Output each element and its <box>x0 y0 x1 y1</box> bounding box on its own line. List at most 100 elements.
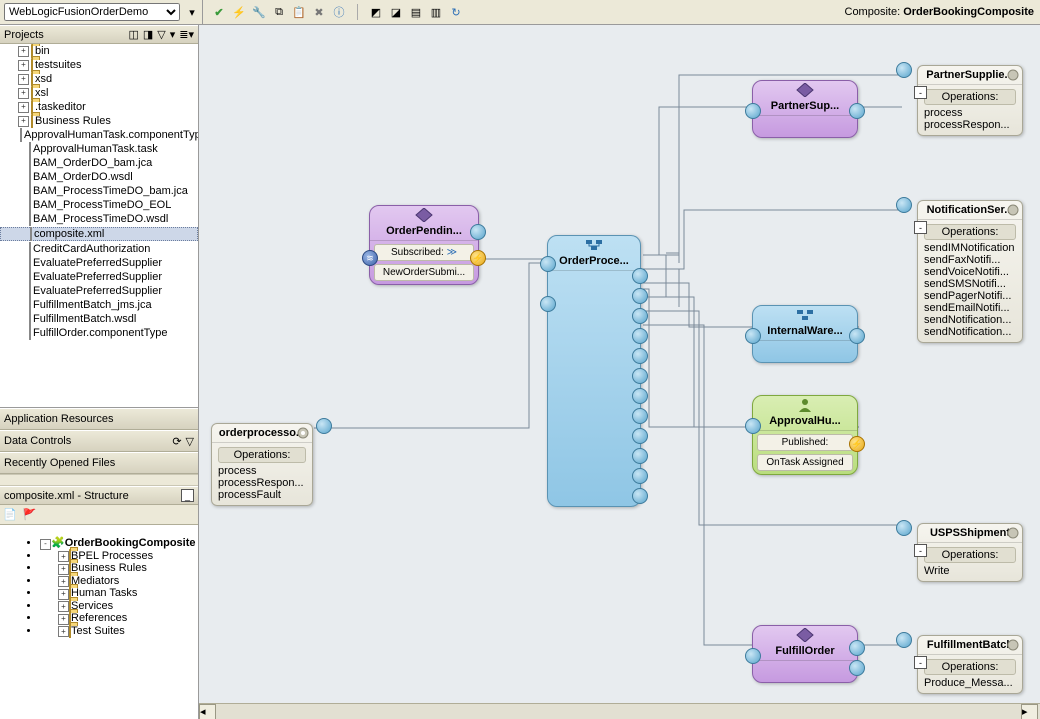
projects-tool3-icon[interactable]: ▾ <box>170 28 176 41</box>
input-port[interactable] <box>896 520 912 536</box>
collapse-icon[interactable]: - <box>914 656 927 669</box>
tree-item[interactable]: +xsd <box>0 73 198 85</box>
output-port[interactable] <box>632 408 648 424</box>
structure-item[interactable]: +Test Suites <box>40 625 198 638</box>
tree-item[interactable]: composite.xml <box>0 227 198 241</box>
project-config-icon[interactable]: ▾ <box>182 2 202 22</box>
input-port[interactable] <box>896 197 912 213</box>
validate-icon[interactable]: ✔ <box>211 4 227 20</box>
tree-item[interactable]: +xsl <box>0 87 198 99</box>
expander-icon[interactable] <box>18 259 27 268</box>
input-port[interactable] <box>896 632 912 648</box>
structure-new-icon[interactable]: 📄 <box>3 508 17 521</box>
structure-item[interactable]: +Business Rules <box>40 562 198 575</box>
tree-item[interactable]: ApprovalHumanTask.componentType <box>0 129 198 141</box>
orderprocessor-bpel-node[interactable]: OrderProce... <box>547 235 641 507</box>
composite-canvas[interactable]: orderprocesso... Operations: processproc… <box>199 25 1040 719</box>
output-port[interactable] <box>316 418 332 434</box>
output-port[interactable] <box>849 640 865 656</box>
expander-icon[interactable] <box>18 215 27 224</box>
delete-icon[interactable]: ✖ <box>311 4 327 20</box>
usps-ref-node[interactable]: USPSShipment Operations:Write - <box>917 523 1023 582</box>
expander-icon[interactable]: + <box>18 60 29 71</box>
collapse-icon[interactable]: - <box>914 86 927 99</box>
input-port[interactable] <box>745 418 761 434</box>
tree-item[interactable]: ApprovalHumanTask.task <box>0 143 198 155</box>
canvas-hscrollbar[interactable]: ◂ ▸ <box>199 703 1040 719</box>
project-dropdown[interactable]: WebLogicFusionOrderDemo <box>4 3 180 21</box>
structure-flag-icon[interactable]: 🚩 <box>23 508 37 521</box>
datacontrols-refresh-icon[interactable]: ⟳ <box>172 435 181 448</box>
fulfillbatch-ref-node[interactable]: FulfillmentBatch Operations:Produce_Mess… <box>917 635 1023 694</box>
tree-item[interactable]: FulfillOrder.componentType <box>0 327 198 339</box>
output-port[interactable] <box>632 308 648 324</box>
refresh-icon[interactable]: ↻ <box>448 4 464 20</box>
partnersupplier-ref-node[interactable]: PartnerSupplie... Operations:processproc… <box>917 65 1023 136</box>
orderprocessor-service-node[interactable]: orderprocesso... Operations: processproc… <box>211 423 313 506</box>
tool2-icon[interactable]: ◪ <box>388 4 404 20</box>
output-port[interactable] <box>632 348 648 364</box>
projects-filter-icon[interactable]: ▽ <box>157 28 165 41</box>
expander-icon[interactable] <box>19 230 28 239</box>
projects-tool4-icon[interactable]: ≣▾ <box>179 28 194 41</box>
output-port[interactable] <box>632 328 648 344</box>
lightning-icon[interactable]: ⚡ <box>231 4 247 20</box>
output-port[interactable] <box>470 224 486 240</box>
expander-icon[interactable]: + <box>18 74 29 85</box>
output-port[interactable] <box>632 268 648 284</box>
data-controls-panel[interactable]: Data Controls ⟳ ▽ <box>0 430 198 452</box>
tool4-icon[interactable]: ▥ <box>428 4 444 20</box>
tree-item[interactable]: +testsuites <box>0 59 198 71</box>
tree-item[interactable]: BAM_ProcessTimeDO.wsdl <box>0 213 198 225</box>
tree-item[interactable]: +Business Rules <box>0 115 198 127</box>
input-port[interactable] <box>540 256 556 272</box>
expander-icon[interactable] <box>18 145 27 154</box>
output-port[interactable] <box>849 660 865 676</box>
tree-item[interactable]: BAM_OrderDO_bam.jca <box>0 157 198 169</box>
output-port[interactable] <box>632 468 648 484</box>
fulfillorder-mediator-node[interactable]: FulfillOrder <box>752 625 858 683</box>
output-port[interactable] <box>632 448 648 464</box>
approval-humantask-node[interactable]: ApprovalHu... Published: OnTask Assigned… <box>752 395 858 475</box>
tool3-icon[interactable]: ▤ <box>408 4 424 20</box>
tree-item[interactable]: BAM_ProcessTimeDO_bam.jca <box>0 185 198 197</box>
expander-icon[interactable] <box>18 273 27 282</box>
partnersup-mediator-node[interactable]: PartnerSup... <box>752 80 858 138</box>
structure-item[interactable]: +Human Tasks <box>40 587 198 600</box>
tree-item[interactable]: +bin <box>0 45 198 57</box>
internalware-bpel-node[interactable]: InternalWare... <box>752 305 858 363</box>
tree-item[interactable]: EvaluatePreferredSupplier <box>0 285 198 297</box>
output-port[interactable] <box>632 388 648 404</box>
output-port[interactable] <box>632 428 648 444</box>
projects-tool2-icon[interactable]: ◨ <box>143 28 153 41</box>
tree-item[interactable]: BAM_ProcessTimeDO_EOL <box>0 199 198 211</box>
collapse-icon[interactable]: - <box>914 221 927 234</box>
output-port[interactable] <box>632 488 648 504</box>
output-port[interactable] <box>849 328 865 344</box>
tool1-icon[interactable]: ◩ <box>368 4 384 20</box>
expander-icon[interactable] <box>18 315 27 324</box>
orderpending-mediator-node[interactable]: OrderPendin... Subscribed: ≫ NewOrderSub… <box>369 205 479 285</box>
recently-opened-panel[interactable]: Recently Opened Files <box>0 452 198 474</box>
input-port[interactable] <box>745 648 761 664</box>
structure-item[interactable]: +References <box>40 612 198 625</box>
scroll-right-button[interactable]: ▸ <box>1021 704 1038 719</box>
structure-item[interactable]: +Mediators <box>40 575 198 588</box>
expander-icon[interactable] <box>18 159 27 168</box>
input-port[interactable] <box>745 103 761 119</box>
input-port[interactable] <box>745 328 761 344</box>
expander-icon[interactable] <box>18 201 27 210</box>
expander-icon[interactable]: + <box>18 116 29 127</box>
tree-item[interactable]: CreditCardAuthorization <box>0 243 198 255</box>
app-resources-panel[interactable]: Application Resources <box>0 408 198 430</box>
structure-minimize-icon[interactable]: _ <box>181 489 194 502</box>
expander-icon[interactable] <box>18 173 27 182</box>
paste-icon[interactable]: 📋 <box>291 4 307 20</box>
tree-item[interactable]: EvaluatePreferredSupplier <box>0 257 198 269</box>
wrench-icon[interactable]: 🔧 <box>251 4 267 20</box>
structure-item[interactable]: +Services <box>40 600 198 613</box>
structure-root[interactable]: -🧩OrderBookingComposite <box>40 536 198 550</box>
scroll-left-button[interactable]: ◂ <box>199 704 216 719</box>
input-port[interactable] <box>896 62 912 78</box>
expander-icon[interactable] <box>18 329 27 338</box>
